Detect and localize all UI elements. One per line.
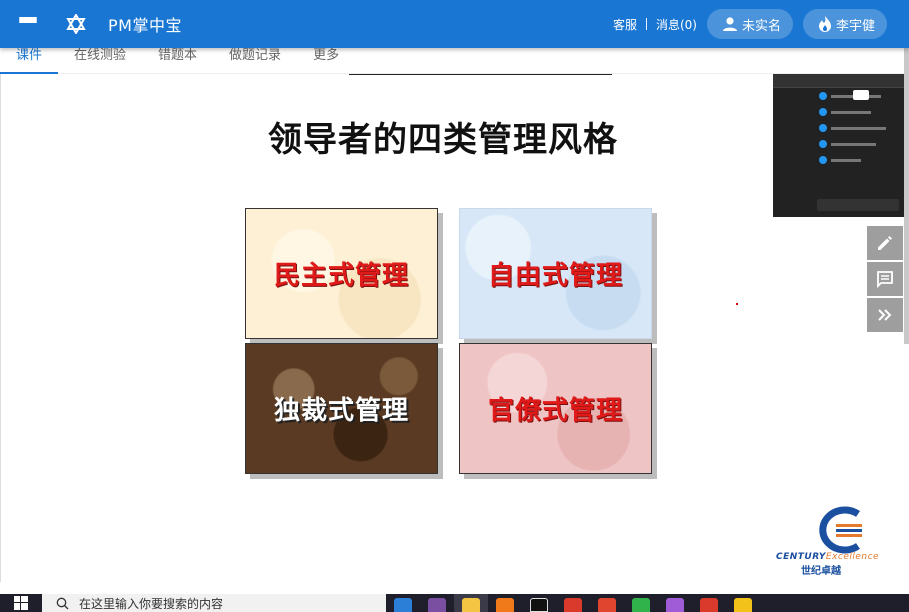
chrome-taskbar-icon[interactable] (556, 594, 590, 612)
wechat-taskbar-icon[interactable] (624, 594, 658, 612)
chat-message (773, 120, 904, 136)
customer-service-link[interactable]: 客服 (613, 16, 637, 33)
pencil-icon (878, 236, 892, 250)
style-box-laissez-faire: 自由式管理 (459, 208, 652, 339)
app-taskbar-icon[interactable] (658, 594, 692, 612)
windows-start-button[interactable] (0, 594, 42, 612)
app-taskbar-icon[interactable] (726, 594, 760, 612)
app-taskbar-icon[interactable] (590, 594, 624, 612)
windows-logo-icon (14, 596, 28, 610)
header-actions: 客服 消息(0) 未实名 李宇健 (613, 9, 909, 39)
century-logo-mark (819, 506, 862, 554)
flame-icon (818, 16, 831, 32)
style-label: 自由式管理 (487, 261, 623, 291)
vscode-taskbar-icon[interactable] (386, 594, 420, 612)
user-name-label: 李宇健 (835, 18, 875, 34)
brand-chinese: 世纪卓越 (801, 566, 841, 577)
chat-header (773, 74, 904, 88)
app-taskbar-icon[interactable] (420, 594, 454, 612)
star-of-david-icon (56, 14, 96, 34)
page-scrollbar[interactable] (904, 36, 909, 344)
chat-message (773, 104, 904, 120)
chat-message (773, 88, 904, 104)
file-explorer-taskbar-icon[interactable] (454, 594, 488, 612)
app-bar: PM掌中宝 客服 消息(0) 未实名 李宇健 (0, 0, 909, 48)
firefox-taskbar-icon[interactable] (488, 594, 522, 612)
app-title: PM掌中宝 (108, 16, 182, 35)
verification-status-label: 未实名 (741, 18, 781, 34)
double-chevron-right-icon (878, 309, 892, 321)
person-icon (722, 17, 737, 31)
menu-icon (19, 17, 37, 31)
comments-button[interactable] (867, 262, 903, 296)
style-box-democratic: 民主式管理 (245, 208, 438, 339)
comment-icon (877, 271, 893, 289)
menu-button[interactable] (0, 0, 56, 48)
messages-link[interactable]: 消息(0) (656, 16, 697, 33)
chat-message (773, 136, 904, 152)
user-account-button[interactable]: 李宇健 (802, 9, 887, 39)
qq-taskbar-icon[interactable] (522, 594, 556, 612)
brand-english-main: CENTURY (776, 552, 826, 562)
live-chat-panel[interactable] (773, 74, 904, 217)
taskbar-search-box[interactable]: 在这里输入你要搜索的内容 (42, 594, 386, 612)
brand-english: CENTURYExcellence (776, 552, 879, 562)
chrome-taskbar-icon[interactable] (692, 594, 726, 612)
collapse-panel-button[interactable] (867, 298, 903, 332)
brand-english-sub: Excellence (825, 552, 880, 562)
annotate-button[interactable] (867, 226, 903, 260)
laser-pointer-dot (736, 303, 738, 305)
style-box-autocratic: 独裁式管理 (245, 343, 438, 474)
style-label: 独裁式管理 (273, 396, 409, 426)
chat-input[interactable] (817, 199, 899, 211)
century-excellence-logo: CENTURYExcellence 世纪卓越 (776, 506, 896, 577)
chat-notice-badge (853, 90, 869, 100)
verification-status-button[interactable]: 未实名 (706, 9, 793, 39)
chat-message (773, 152, 904, 168)
taskbar-search-placeholder: 在这里输入你要搜索的内容 (79, 596, 224, 611)
slide-title: 领导者的四类管理风格 (268, 120, 618, 160)
windows-taskbar: 在这里输入你要搜索的内容 (0, 594, 909, 612)
style-box-bureaucratic: 官僚式管理 (459, 343, 652, 474)
app-page: 课件 在线测验 错题本 做题记录 更多 PM掌中宝 客服 消息(0) 未实名 李… (0, 0, 909, 612)
style-label: 民主式管理 (273, 261, 409, 291)
search-icon (56, 597, 69, 609)
header-divider (645, 18, 647, 30)
style-label: 官僚式管理 (487, 396, 623, 426)
